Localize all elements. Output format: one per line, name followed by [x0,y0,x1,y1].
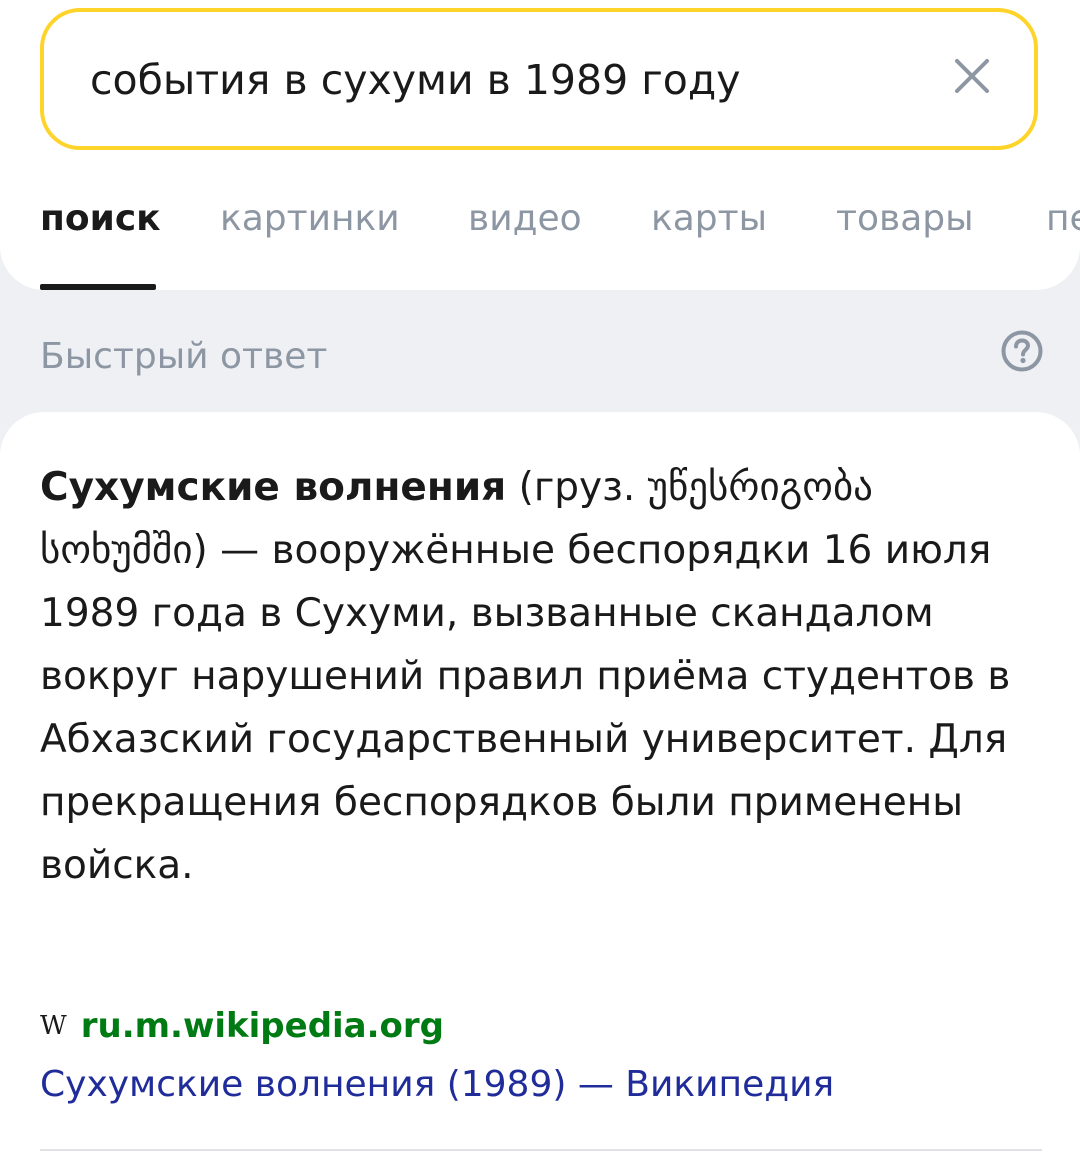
source-title-link[interactable]: Сухумские волнения (1989) — Википедия [40,1064,834,1105]
quick-answer-card: Сухумские волнения (груз. უწესრიგობა სოხ… [0,412,1080,1171]
active-tab-indicator [40,284,156,290]
tab-products[interactable]: товары [836,198,974,239]
search-box[interactable]: события в сухуми в 1989 году [40,8,1038,150]
wikipedia-icon: W [40,1011,67,1041]
answer-term: Сухумские волнения [40,465,507,510]
close-icon[interactable] [944,48,1000,104]
quick-answer-text: Сухумские волнения (груз. უწესრიგობა სოხ… [40,456,1040,897]
clear-search-button[interactable] [944,48,1000,104]
source-domain-link[interactable]: ru.m.wikipedia.org [81,1006,444,1046]
quick-answer-title: Быстрый ответ [40,336,328,377]
tab-maps[interactable]: карты [651,198,767,239]
search-header: события в сухуми в 1989 году поиск карти… [0,0,1080,290]
search-results-page: события в сухуми в 1989 году поиск карти… [0,0,1080,1171]
tab-more[interactable]: пе [1046,198,1080,239]
answer-source: Wru.m.wikipedia.org [40,1006,444,1052]
divider [40,1149,1042,1151]
help-button[interactable] [1000,329,1044,373]
tab-video[interactable]: видео [468,198,582,239]
question-circle-icon[interactable] [1000,329,1044,373]
tab-search[interactable]: поиск [40,198,161,239]
tab-images[interactable]: картинки [220,198,400,239]
search-tabs: поиск картинки видео карты товары пе [0,190,1080,290]
search-input[interactable]: события в сухуми в 1989 году [90,56,740,104]
answer-description: (груз. უწესრიგობა სოხუმში) — вооружённые… [40,465,1011,888]
